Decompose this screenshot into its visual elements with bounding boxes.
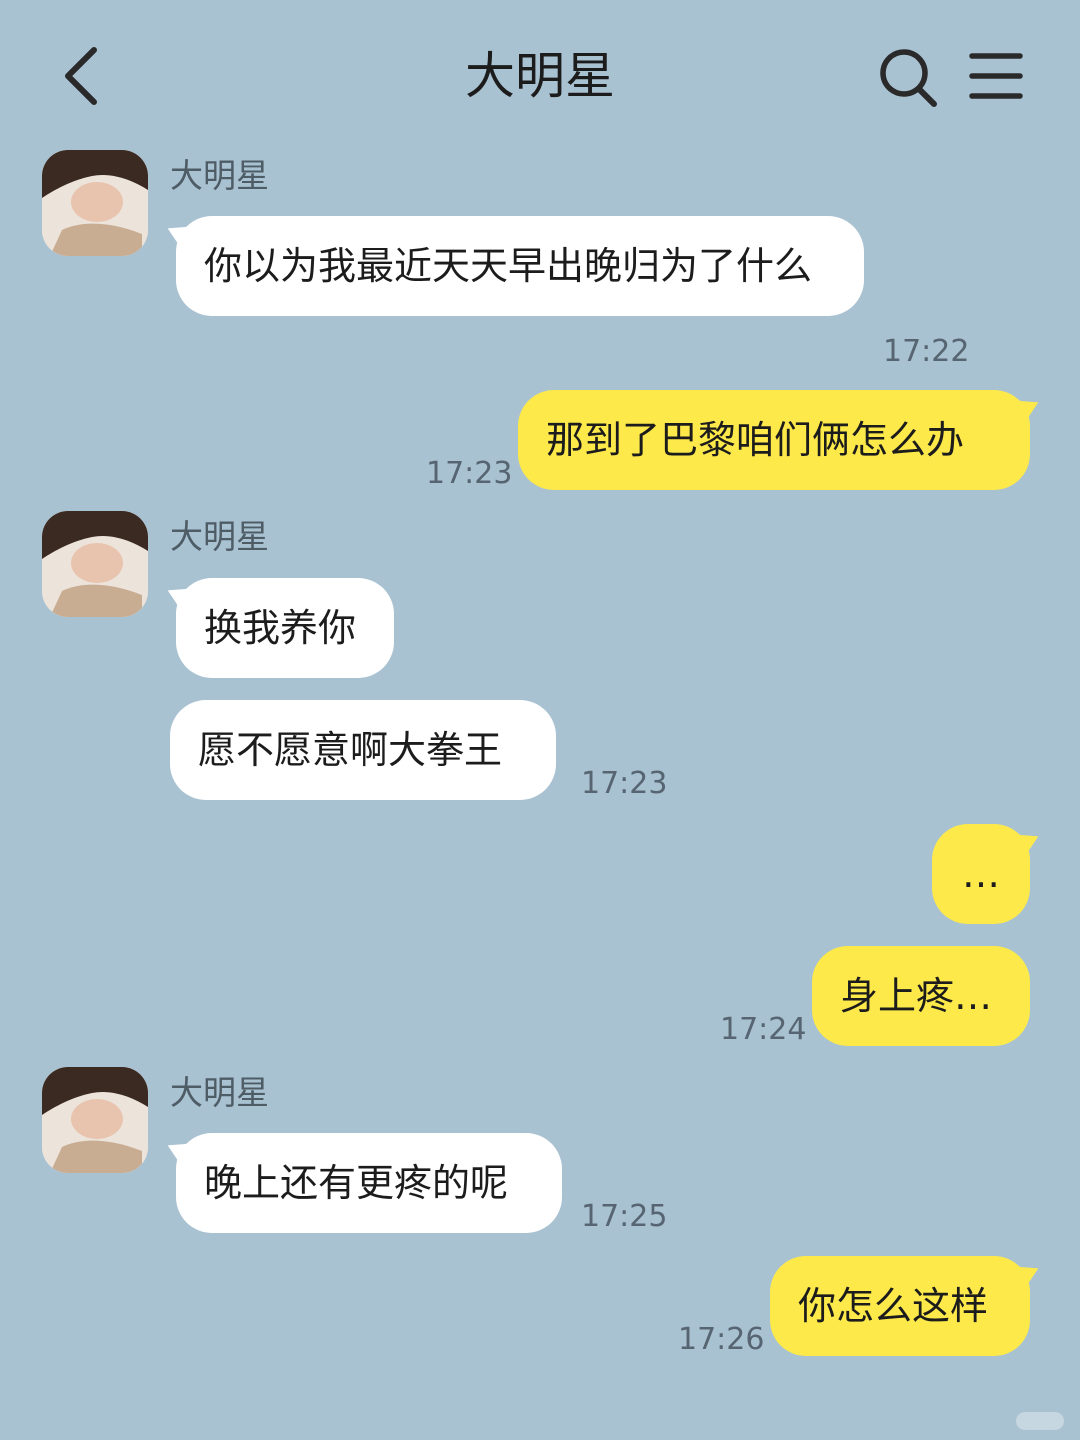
- message-bubble-outgoing[interactable]: 身上疼…: [812, 946, 1030, 1046]
- message-text: 你怎么这样: [798, 1284, 989, 1328]
- message-bubble-outgoing[interactable]: 你怎么这样: [770, 1256, 1044, 1356]
- chevron-left-icon: [65, 47, 97, 105]
- avatar-photo: [42, 511, 148, 617]
- search-button[interactable]: [874, 44, 944, 110]
- message-time: 17:24: [720, 1012, 807, 1047]
- message-text: 身上疼…: [840, 974, 993, 1018]
- message-text: …: [962, 852, 1000, 896]
- message-bubble-outgoing[interactable]: 那到了巴黎咱们俩怎么办: [518, 390, 1044, 490]
- message-time: 17:26: [678, 1322, 765, 1357]
- top-bar: 大明星: [0, 0, 1080, 150]
- sender-name: 大明星: [170, 156, 269, 195]
- back-button[interactable]: [52, 40, 122, 112]
- sender-name: 大明星: [170, 1073, 269, 1112]
- avatar[interactable]: [42, 1067, 148, 1173]
- message-text: 你以为我最近天天早出晚归为了什么: [204, 244, 813, 288]
- message-time: 17:23: [426, 456, 513, 491]
- message-bubble-incoming[interactable]: 晚上还有更疼的呢: [162, 1133, 562, 1233]
- message-bubble-incoming[interactable]: 换我养你: [162, 578, 394, 678]
- message-time: 17:25: [581, 1199, 668, 1234]
- avatar-photo: [42, 150, 148, 256]
- message-text: 愿不愿意啊大拳王: [198, 728, 503, 772]
- avatar[interactable]: [42, 511, 148, 617]
- message-text: 晚上还有更疼的呢: [204, 1161, 509, 1205]
- message-bubble-incoming[interactable]: 你以为我最近天天早出晚归为了什么: [162, 216, 864, 316]
- menu-icon: [969, 53, 1023, 99]
- message-bubble-incoming[interactable]: 愿不愿意啊大拳王: [170, 700, 556, 800]
- message-time: 17:23: [581, 766, 668, 801]
- message-text: 换我养你: [204, 606, 357, 650]
- watermark: [1016, 1412, 1064, 1430]
- search-icon: [880, 49, 937, 107]
- message-time: 17:22: [883, 334, 970, 369]
- avatar[interactable]: [42, 150, 148, 256]
- avatar-photo: [42, 1067, 148, 1173]
- menu-button[interactable]: [964, 44, 1030, 110]
- message-bubble-outgoing[interactable]: …: [932, 824, 1044, 924]
- message-text: 那到了巴黎咱们俩怎么办: [546, 418, 965, 462]
- sender-name: 大明星: [170, 517, 269, 556]
